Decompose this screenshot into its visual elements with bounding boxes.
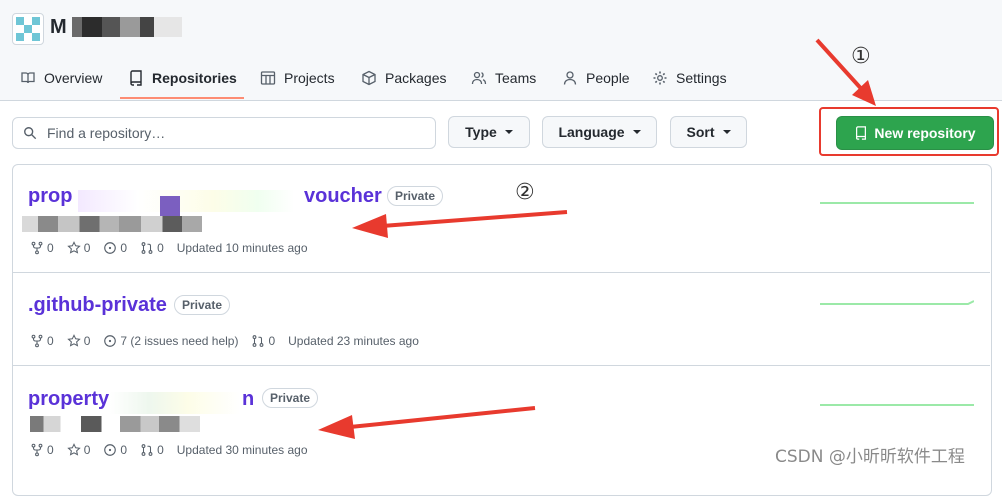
prs-value: 0 [268, 334, 276, 348]
activity-sparkline [820, 404, 974, 406]
tab-settings-label: Settings [676, 70, 727, 86]
activity-sparkline [820, 300, 974, 305]
tab-projects[interactable]: Projects [260, 58, 335, 98]
fork-icon [31, 241, 43, 255]
prs-count[interactable]: 0 [140, 241, 164, 255]
gear-icon [653, 71, 667, 85]
tab-overview[interactable]: Overview [20, 58, 102, 98]
prs-value: 0 [157, 443, 164, 457]
fork-icon [31, 334, 43, 348]
type-filter-label: Type [465, 124, 497, 140]
tab-overview-label: Overview [44, 70, 103, 86]
forks-value: 0 [47, 334, 54, 348]
fork-icon [31, 443, 43, 457]
org-name[interactable]: M [50, 16, 67, 39]
forks-value: 0 [47, 443, 54, 457]
tab-people[interactable]: People [562, 58, 630, 98]
prs-count[interactable]: 0 [251, 334, 275, 348]
repo-title-suffix[interactable]: n [242, 388, 254, 411]
issues-value: 7 (2 issues need help) [120, 334, 239, 348]
watermark: CSDN @小昕昕软件工程 [775, 447, 965, 467]
issues-count[interactable]: 7 (2 issues need help) [103, 334, 238, 348]
stars-count[interactable]: 0 [66, 443, 91, 457]
forks-value: 0 [47, 241, 54, 255]
issues-value: 0 [120, 443, 128, 457]
star-icon [66, 334, 81, 347]
stars-value: 0 [83, 241, 91, 255]
sort-button[interactable]: Sort [670, 116, 747, 148]
redacted-pixel [160, 196, 180, 216]
updated-time: Updated 10 minutes ago [176, 241, 308, 255]
repo-icon [130, 70, 142, 86]
type-filter-button[interactable]: Type [448, 116, 530, 148]
forks-count[interactable]: 0 [30, 241, 54, 255]
issue-icon [104, 335, 117, 347]
repo-meta: 0 0 7 (2 issues need help) 0 Updated 23 … [30, 334, 432, 348]
repo-row [12, 273, 990, 366]
search-icon [24, 127, 37, 140]
tab-teams-label: Teams [495, 70, 537, 86]
caret-down-icon [722, 130, 731, 134]
org-name-redacted [72, 17, 182, 37]
tab-repositories-label: Repositories [152, 70, 237, 86]
repo-meta: 0 0 0 0 Updated 10 minutes ago [30, 241, 321, 255]
visibility-badge: Private [387, 186, 444, 206]
sort-label: Sort [686, 124, 715, 140]
person-icon [563, 71, 577, 85]
star-icon [66, 241, 81, 254]
issues-count[interactable]: 0 [103, 241, 127, 255]
redacted-description [22, 216, 202, 232]
prs-count[interactable]: 0 [140, 443, 164, 457]
updated-time: Updated 30 minutes ago [176, 443, 308, 457]
updated-time: Updated 23 minutes ago [288, 334, 419, 348]
visibility-badge: Private [174, 295, 231, 315]
tab-projects-label: Projects [284, 70, 335, 86]
repo-title-prefix[interactable]: prop [28, 185, 72, 208]
repo-meta: 0 0 0 0 Updated 30 minutes ago [30, 443, 321, 457]
activity-sparkline [820, 202, 974, 204]
stars-count[interactable]: 0 [66, 334, 91, 348]
language-filter-button[interactable]: Language [542, 116, 657, 148]
visibility-badge: Private [262, 388, 319, 408]
active-tab-underline [120, 97, 244, 99]
stars-count[interactable]: 0 [66, 241, 91, 255]
issues-count[interactable]: 0 [103, 443, 127, 457]
star-icon [66, 443, 81, 456]
repo-title-suffix[interactable]: voucher [304, 185, 382, 208]
repo-title-prefix[interactable]: property [28, 388, 109, 411]
prs-value: 0 [157, 241, 164, 255]
forks-count[interactable]: 0 [30, 443, 54, 457]
search-input[interactable] [45, 119, 429, 147]
redacted-description [30, 416, 200, 432]
language-filter-label: Language [558, 124, 625, 140]
pull-request-icon [253, 335, 264, 347]
highlight-box [819, 107, 999, 156]
caret-down-icon [632, 130, 641, 134]
repo-search[interactable] [12, 117, 436, 149]
package-icon [362, 70, 376, 86]
table-icon [260, 71, 276, 85]
pull-request-icon [141, 444, 153, 456]
people-icon [471, 71, 487, 85]
tab-repositories[interactable]: Repositories [128, 58, 237, 98]
caret-down-icon [504, 130, 513, 134]
stars-value: 0 [83, 443, 91, 457]
tab-teams[interactable]: Teams [471, 58, 536, 98]
tab-people-label: People [586, 70, 630, 86]
annotation-marker-1: ① [851, 44, 871, 69]
book-open-icon [21, 72, 35, 84]
pull-request-icon [141, 242, 153, 254]
issues-value: 0 [120, 241, 128, 255]
org-avatar[interactable] [12, 13, 44, 45]
tab-settings[interactable]: Settings [652, 58, 727, 98]
forks-count[interactable]: 0 [30, 334, 54, 348]
issue-icon [104, 242, 117, 254]
tab-packages-label: Packages [385, 70, 447, 86]
redacted-title [110, 392, 240, 414]
repo-title[interactable]: .github-private [28, 294, 167, 317]
annotation-marker-2: ② [515, 180, 535, 205]
stars-value: 0 [83, 334, 91, 348]
tab-packages[interactable]: Packages [361, 58, 446, 98]
issue-icon [104, 444, 117, 456]
